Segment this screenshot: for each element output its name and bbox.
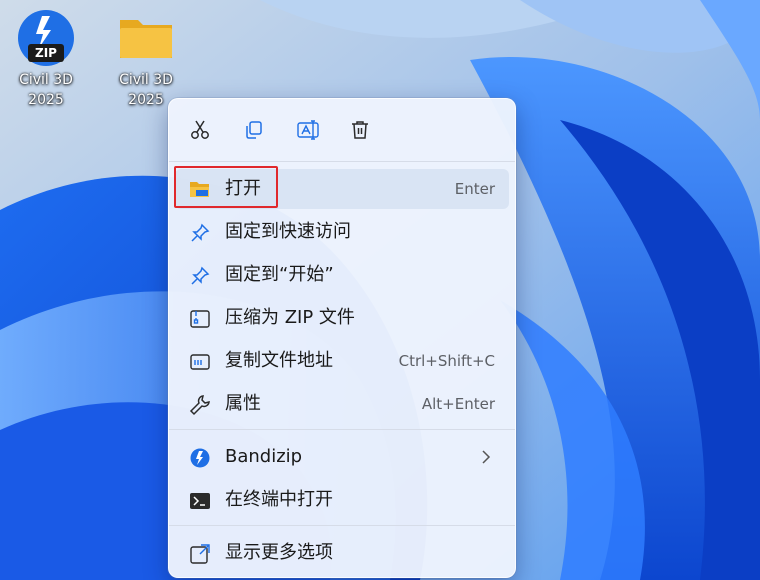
- rename-icon: [297, 120, 319, 140]
- scissors-icon: [191, 120, 209, 139]
- copy-path-icon: [189, 351, 211, 373]
- zip-file-icon: [189, 308, 211, 330]
- desktop-icon-civil3d-zip[interactable]: ZIP Civil 3D 2025: [4, 8, 88, 110]
- terminal-icon: [189, 490, 211, 512]
- context-menu: 打开 Enter 固定到快速访问 固定到“开始” 压缩为 ZIP 文件 复制文件…: [168, 98, 516, 578]
- pin-icon: [189, 265, 211, 287]
- menu-item-label: Bandizip: [225, 446, 303, 467]
- wrench-icon: [189, 394, 211, 416]
- menu-item-shortcut: Alt+Enter: [421, 395, 495, 413]
- menu-item-label: 打开: [225, 178, 261, 199]
- delete-button[interactable]: [345, 115, 375, 145]
- menu-item-bandizip[interactable]: Bandizip: [175, 437, 509, 477]
- menu-item-label: 在终端中打开: [225, 489, 333, 510]
- desktop-icon-label-line2: 2025: [28, 92, 64, 108]
- context-menu-toolbar: [169, 99, 515, 161]
- rename-button[interactable]: [293, 115, 323, 145]
- menu-separator: [169, 429, 515, 430]
- trash-icon: [352, 121, 368, 139]
- menu-item-label: 固定到“开始”: [225, 264, 334, 285]
- copy-icon: [246, 121, 262, 139]
- desktop-icon-civil3d-folder[interactable]: Civil 3D 2025: [104, 8, 188, 110]
- desktop-icon-label: Civil 3D: [119, 72, 173, 88]
- folder-open-icon: [189, 179, 211, 201]
- menu-item-open[interactable]: 打开 Enter: [175, 169, 509, 209]
- menu-item-label: 显示更多选项: [225, 542, 333, 563]
- menu-separator: [169, 525, 515, 526]
- show-more-icon: [189, 543, 211, 565]
- chevron-right-icon: [482, 450, 491, 464]
- menu-item-label: 固定到快速访问: [225, 221, 351, 242]
- menu-item-shortcut: Ctrl+Shift+C: [398, 352, 495, 370]
- menu-item-properties[interactable]: 属性 Alt+Enter: [175, 384, 509, 424]
- menu-item-shortcut: Enter: [454, 180, 495, 198]
- menu-item-compress-zip[interactable]: 压缩为 ZIP 文件: [175, 298, 509, 338]
- menu-item-label: 属性: [225, 393, 261, 414]
- menu-item-pin-start[interactable]: 固定到“开始”: [175, 255, 509, 295]
- desktop-icon-label: Civil 3D: [19, 72, 73, 88]
- bandizip-icon: [189, 447, 211, 469]
- bandizip-zip-icon: ZIP: [16, 8, 76, 68]
- menu-item-open-terminal[interactable]: 在终端中打开: [175, 480, 509, 520]
- menu-item-show-more[interactable]: 显示更多选项: [175, 533, 509, 573]
- pin-icon: [189, 222, 211, 244]
- cut-button[interactable]: [185, 115, 215, 145]
- menu-item-label: 复制文件地址: [225, 350, 333, 371]
- menu-item-pin-quick-access[interactable]: 固定到快速访问: [175, 212, 509, 252]
- folder-icon: [116, 8, 176, 68]
- menu-separator: [169, 161, 515, 162]
- zip-badge: ZIP: [35, 46, 57, 60]
- menu-item-copy-path[interactable]: 复制文件地址 Ctrl+Shift+C: [175, 341, 509, 381]
- menu-item-label: 压缩为 ZIP 文件: [225, 307, 355, 328]
- copy-button[interactable]: [239, 115, 269, 145]
